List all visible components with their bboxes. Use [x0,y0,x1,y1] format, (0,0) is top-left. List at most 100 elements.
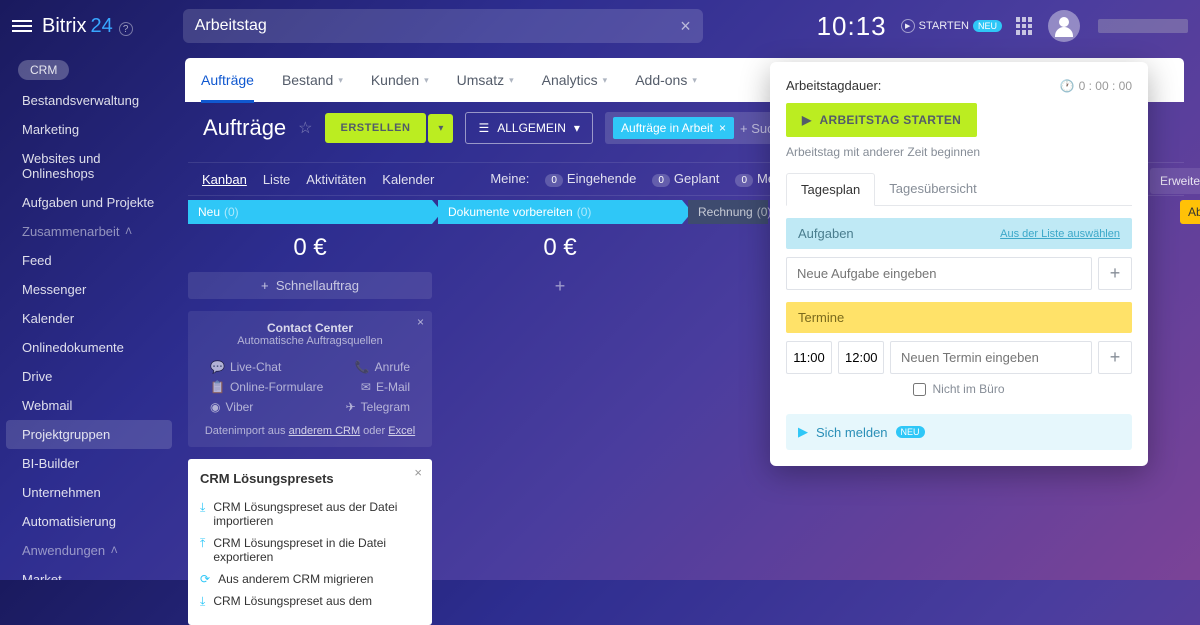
start-workday-button[interactable]: ▶ARBEITSTAG STARTEN [786,103,977,137]
sidebar-item[interactable]: Websites und Onlineshops [0,144,178,188]
crm-tab-addons[interactable]: Add-ons▾ [635,72,697,88]
mine-label: Meine: [490,171,529,187]
new-task-input[interactable] [786,257,1092,290]
add-card-button[interactable]: + [438,276,682,297]
sidebar-item[interactable]: Marketing [0,115,178,144]
cc-livechat[interactable]: 💬 Live-Chat [210,360,281,374]
cc-telegram[interactable]: ✈ Telegram [346,400,410,414]
sidebar-item[interactable]: Bestandsverwaltung [0,86,178,115]
sidebar-item[interactable]: BI-Builder [0,449,178,478]
time-to-input[interactable] [838,341,884,374]
play-icon: ▶ [798,424,808,440]
sidebar-pill-crm[interactable]: CRM [18,60,69,80]
tab-kalender[interactable]: Kalender [382,172,434,187]
cc-footer: Datenimport aus anderem CRM oder Excel [198,425,422,437]
presets-card: × CRM Lösungspresets ⤓CRM Lösungspreset … [188,459,432,625]
column-header[interactable]: Neu(0) [188,200,432,224]
column-header[interactable]: Dokumente vorbereiten(0) [438,200,682,224]
crm-tab-bestand[interactable]: Bestand▾ [282,72,343,88]
start-day-button[interactable]: ▶ STARTEN NEU [901,19,1002,33]
clear-icon[interactable]: × [680,16,691,37]
apps-icon[interactable] [1016,17,1034,35]
username[interactable] [1098,19,1188,33]
sidebar-item[interactable]: Webmail [0,391,178,420]
aufgaben-header: Aufgaben Aus der Liste auswählen [786,218,1132,249]
oof-checkbox[interactable] [913,383,926,396]
avatar[interactable] [1048,10,1080,42]
close-icon[interactable]: × [414,465,422,480]
sidebar-item[interactable]: Drive [0,362,178,391]
sidebar-item[interactable]: Messenger [0,275,178,304]
preset-item[interactable]: ⤓CRM Lösungspreset aus dem [200,590,420,613]
preset-item[interactable]: ⟳Aus anderem CRM migrieren [200,568,420,590]
alt-start-link[interactable]: Arbeitstag mit anderer Zeit beginnen [786,145,1132,159]
help-icon[interactable]: ? [119,22,133,36]
menu-icon[interactable] [12,17,32,35]
abs-button[interactable]: Ab [1180,200,1200,224]
view-general-button[interactable]: ☰ALLGEMEIN▾ [465,112,593,144]
sidebar-item[interactable]: Onlinedokumente [0,333,178,362]
crm-tab-auftraege[interactable]: Aufträge [201,72,254,103]
tab-liste[interactable]: Liste [263,172,290,187]
chevron-down-icon: ▾ [603,75,608,86]
start-label: STARTEN [919,20,969,32]
logo[interactable]: Bitrix 24 ? [42,15,133,38]
global-search[interactable]: Arbeitstag × [183,9,703,43]
quick-create-button[interactable]: + Schnellauftrag [188,272,432,299]
cc-email[interactable]: ✉ E-Mail [361,380,410,394]
cc-viber[interactable]: ◉ Viber [210,400,253,414]
mine-incoming[interactable]: 0Eingehende [545,171,636,187]
logo-suffix: 24 [90,15,112,38]
contact-center-card: × Contact Center Automatische Auftragsqu… [188,311,432,447]
sidebar-item[interactable]: Automatisierung [0,507,178,536]
cc-subtitle: Automatische Auftragsquellen [198,335,422,347]
clock: 10:13 [817,11,887,42]
sidebar-item-active[interactable]: Projektgruppen [6,420,172,449]
link-excel[interactable]: Excel [388,425,415,437]
tab-tagesplan[interactable]: Tagesplan [786,173,875,206]
column-sum: 0 € [188,234,432,262]
link-other-crm[interactable]: anderem CRM [289,425,361,437]
extensions-button[interactable]: Erweiterun [1150,168,1200,194]
filter-tag[interactable]: Aufträge in Arbeit× [613,117,734,139]
page-title: Aufträge [203,115,286,141]
search-input[interactable]: Arbeitstag [195,17,267,35]
tab-aktivitaeten[interactable]: Aktivitäten [306,172,366,187]
preset-item[interactable]: ⤒CRM Lösungspreset in die Datei exportie… [200,532,420,568]
sidebar-section[interactable]: Anwendungenᐱ [0,536,178,565]
duration-timer: 🕐0 : 00 : 00 [1060,79,1132,93]
workday-panel: Arbeitstagdauer: 🕐0 : 00 : 00 ▶ARBEITSTA… [770,62,1148,466]
add-task-button[interactable]: + [1098,257,1132,290]
aufgaben-label: Aufgaben [798,226,854,241]
star-icon[interactable]: ☆ [298,118,312,138]
column-header[interactable]: Rechnung(0) [688,200,768,224]
mine-planned[interactable]: 0Geplant [652,171,719,187]
close-icon[interactable]: × [719,121,726,135]
select-from-list-link[interactable]: Aus der Liste auswählen [1000,228,1120,240]
new-event-input[interactable] [890,341,1092,374]
sidebar-item[interactable]: Unternehmen [0,478,178,507]
add-event-button[interactable]: + [1098,341,1132,374]
time-from-input[interactable] [786,341,832,374]
tab-tagesuebersicht[interactable]: Tagesübersicht [875,173,990,205]
cc-forms[interactable]: 📋 Online-Formulare [210,380,323,394]
crm-tab-analytics[interactable]: Analytics▾ [542,72,608,88]
close-icon[interactable]: × [417,315,424,329]
crm-tab-kunden[interactable]: Kunden▾ [371,72,429,88]
kanban-column-neu: Neu(0) 0 € + Schnellauftrag × Contact Ce… [188,200,432,625]
sidebar-item[interactable]: Feed [0,246,178,275]
out-of-office-checkbox[interactable]: Nicht im Büro [786,382,1132,396]
sidebar-section[interactable]: Zusammenarbeitᐱ [0,217,178,246]
create-dropdown[interactable]: ▾ [428,114,453,143]
sidebar-item[interactable]: Market [0,565,178,580]
tab-kanban[interactable]: Kanban [202,172,247,187]
check-in-button[interactable]: ▶ Sich melden NEU [786,414,1132,450]
sidebar-item[interactable]: Aufgaben und Projekte [0,188,178,217]
wd-tabs: Tagesplan Tagesübersicht [786,173,1132,206]
preset-item[interactable]: ⤓CRM Lösungspreset aus der Datei importi… [200,496,420,532]
import-icon: ⤓ [200,500,205,515]
cc-anrufe[interactable]: 📞 Anrufe [355,360,410,374]
create-button[interactable]: ERSTELLEN [325,113,427,143]
sidebar-item[interactable]: Kalender [0,304,178,333]
crm-tab-umsatz[interactable]: Umsatz▾ [457,72,514,88]
